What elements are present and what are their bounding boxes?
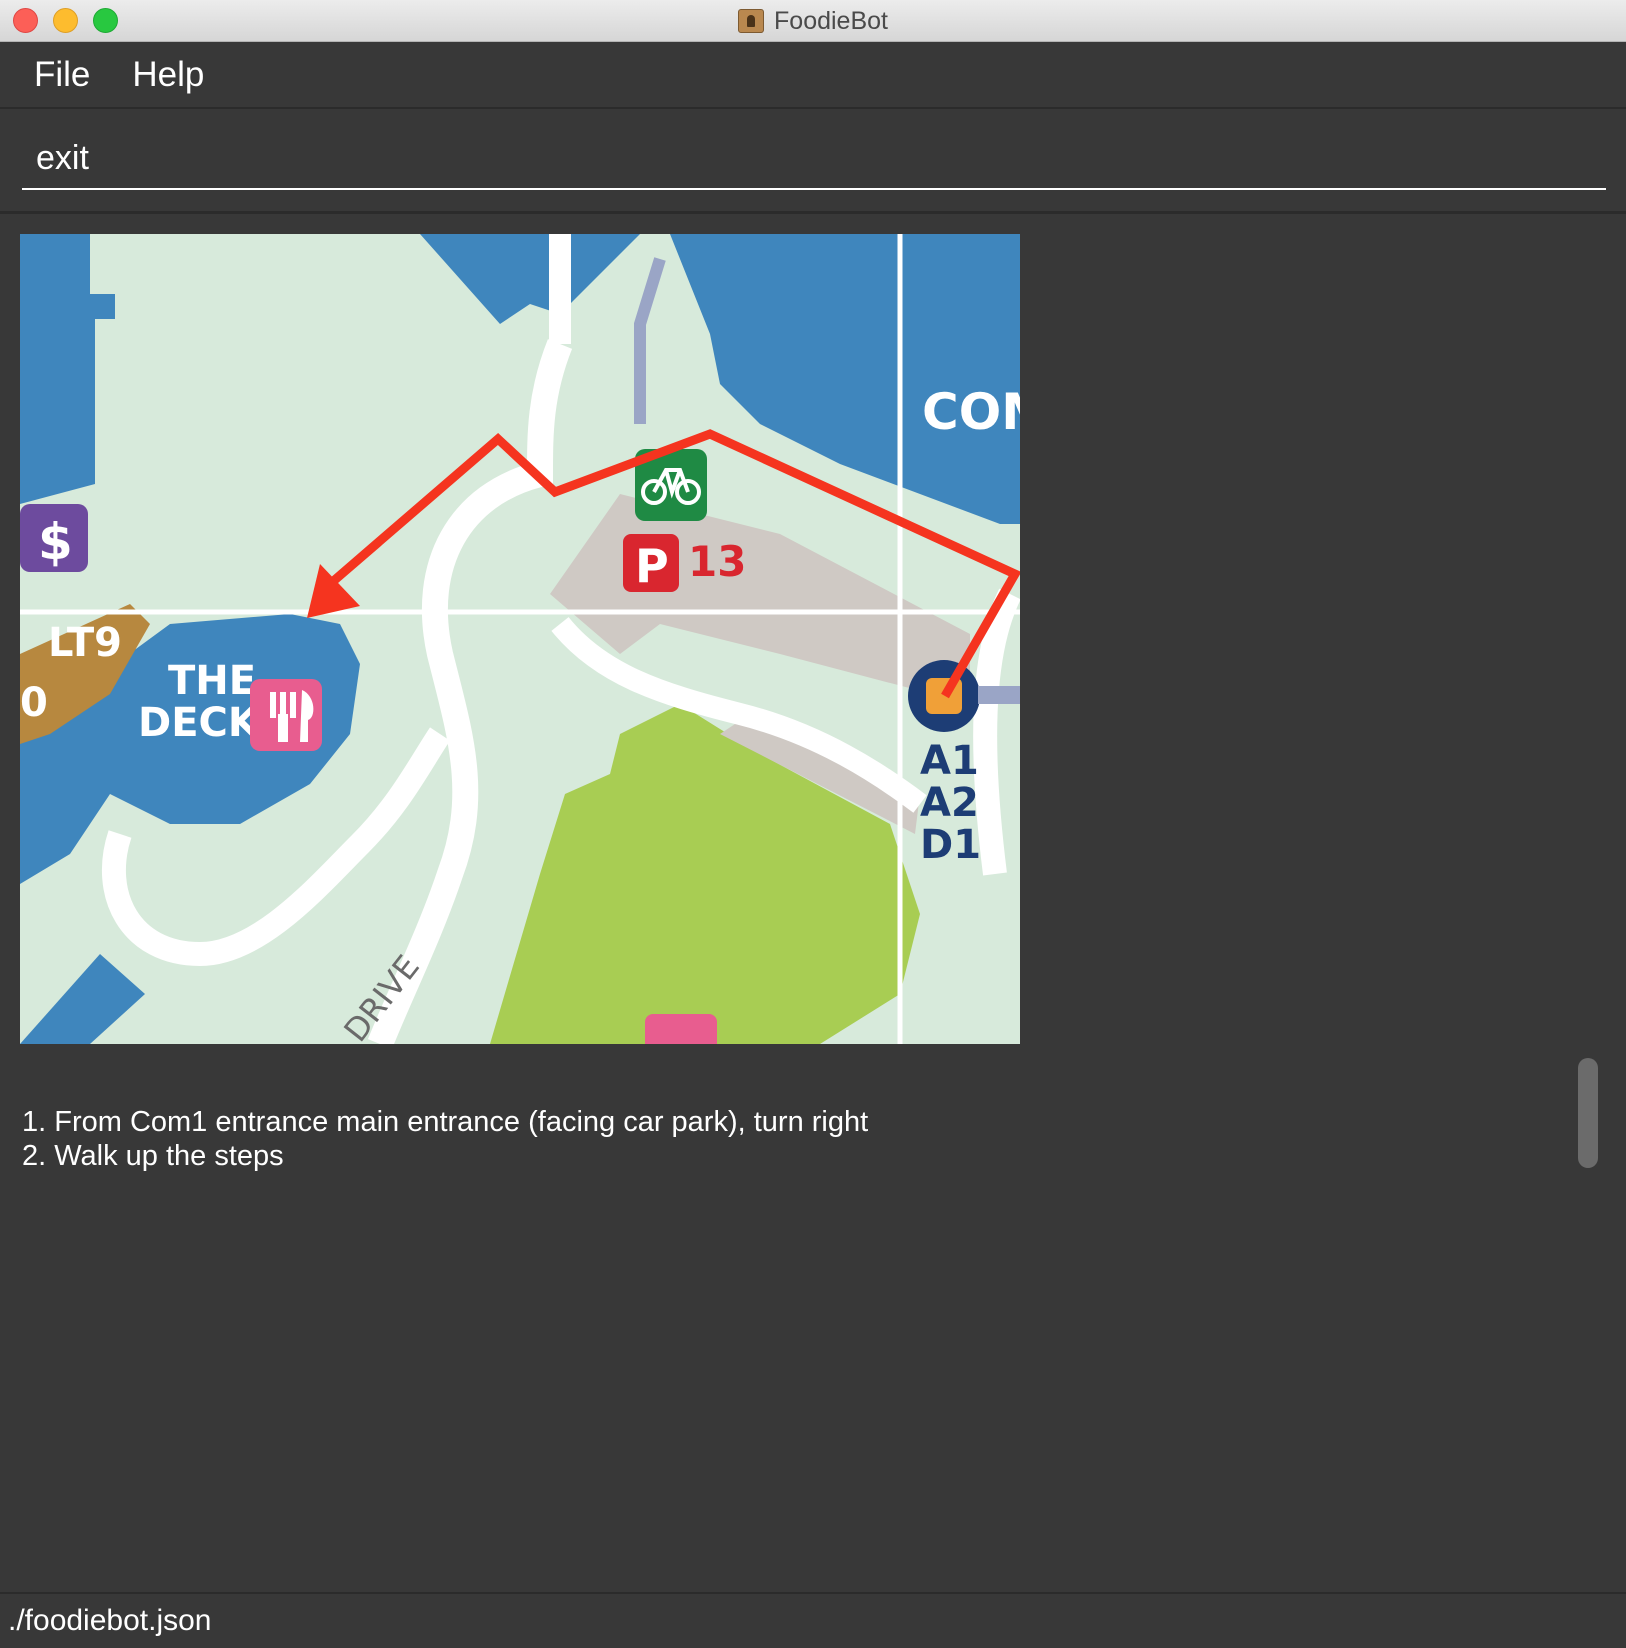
directions-panel: 1. From Com1 entrance main entrance (fac… — [22, 1105, 1502, 1173]
route-map-svg: COM THE DECK LT9 0 $ P 13 — [20, 234, 1020, 1044]
food-icon-bottom — [645, 1014, 717, 1044]
command-input[interactable] — [22, 128, 1606, 190]
map-label-deck: DECK — [138, 700, 261, 746]
map-label-zero: 0 — [20, 680, 48, 726]
app-icon — [738, 9, 765, 33]
map-label-com: COM — [922, 383, 1020, 441]
route-map-image: COM THE DECK LT9 0 $ P 13 — [20, 234, 1020, 1044]
window-title: FoodieBot — [774, 6, 888, 35]
atm-label: $ — [38, 513, 73, 571]
map-label-lt9: LT9 — [48, 620, 122, 666]
title-bar: FoodieBot — [0, 0, 1626, 42]
parking-number: 13 — [688, 537, 746, 586]
window-title-group: FoodieBot — [0, 0, 1626, 42]
direction-step-2: 2. Walk up the steps — [22, 1140, 284, 1172]
menu-help[interactable]: Help — [132, 55, 204, 95]
vertical-scrollbar[interactable] — [1578, 1058, 1598, 1168]
map-label-the: THE — [168, 658, 256, 704]
bus-route-a1: A1 — [920, 738, 979, 784]
bus-route-d1: D1 — [920, 822, 981, 868]
food-icon — [250, 679, 322, 751]
menu-file[interactable]: File — [34, 55, 90, 95]
bus-route-a2: A2 — [920, 780, 979, 826]
parking-letter: P — [635, 539, 669, 593]
status-bar: ./foodiebot.json — [0, 1592, 1626, 1648]
bus-stop-bar — [978, 686, 1020, 704]
command-box — [0, 110, 1626, 214]
menu-bar: File Help — [0, 42, 1626, 109]
file-path-label: ./foodiebot.json — [8, 1604, 212, 1637]
direction-step-1: 1. From Com1 entrance main entrance (fac… — [22, 1106, 869, 1138]
